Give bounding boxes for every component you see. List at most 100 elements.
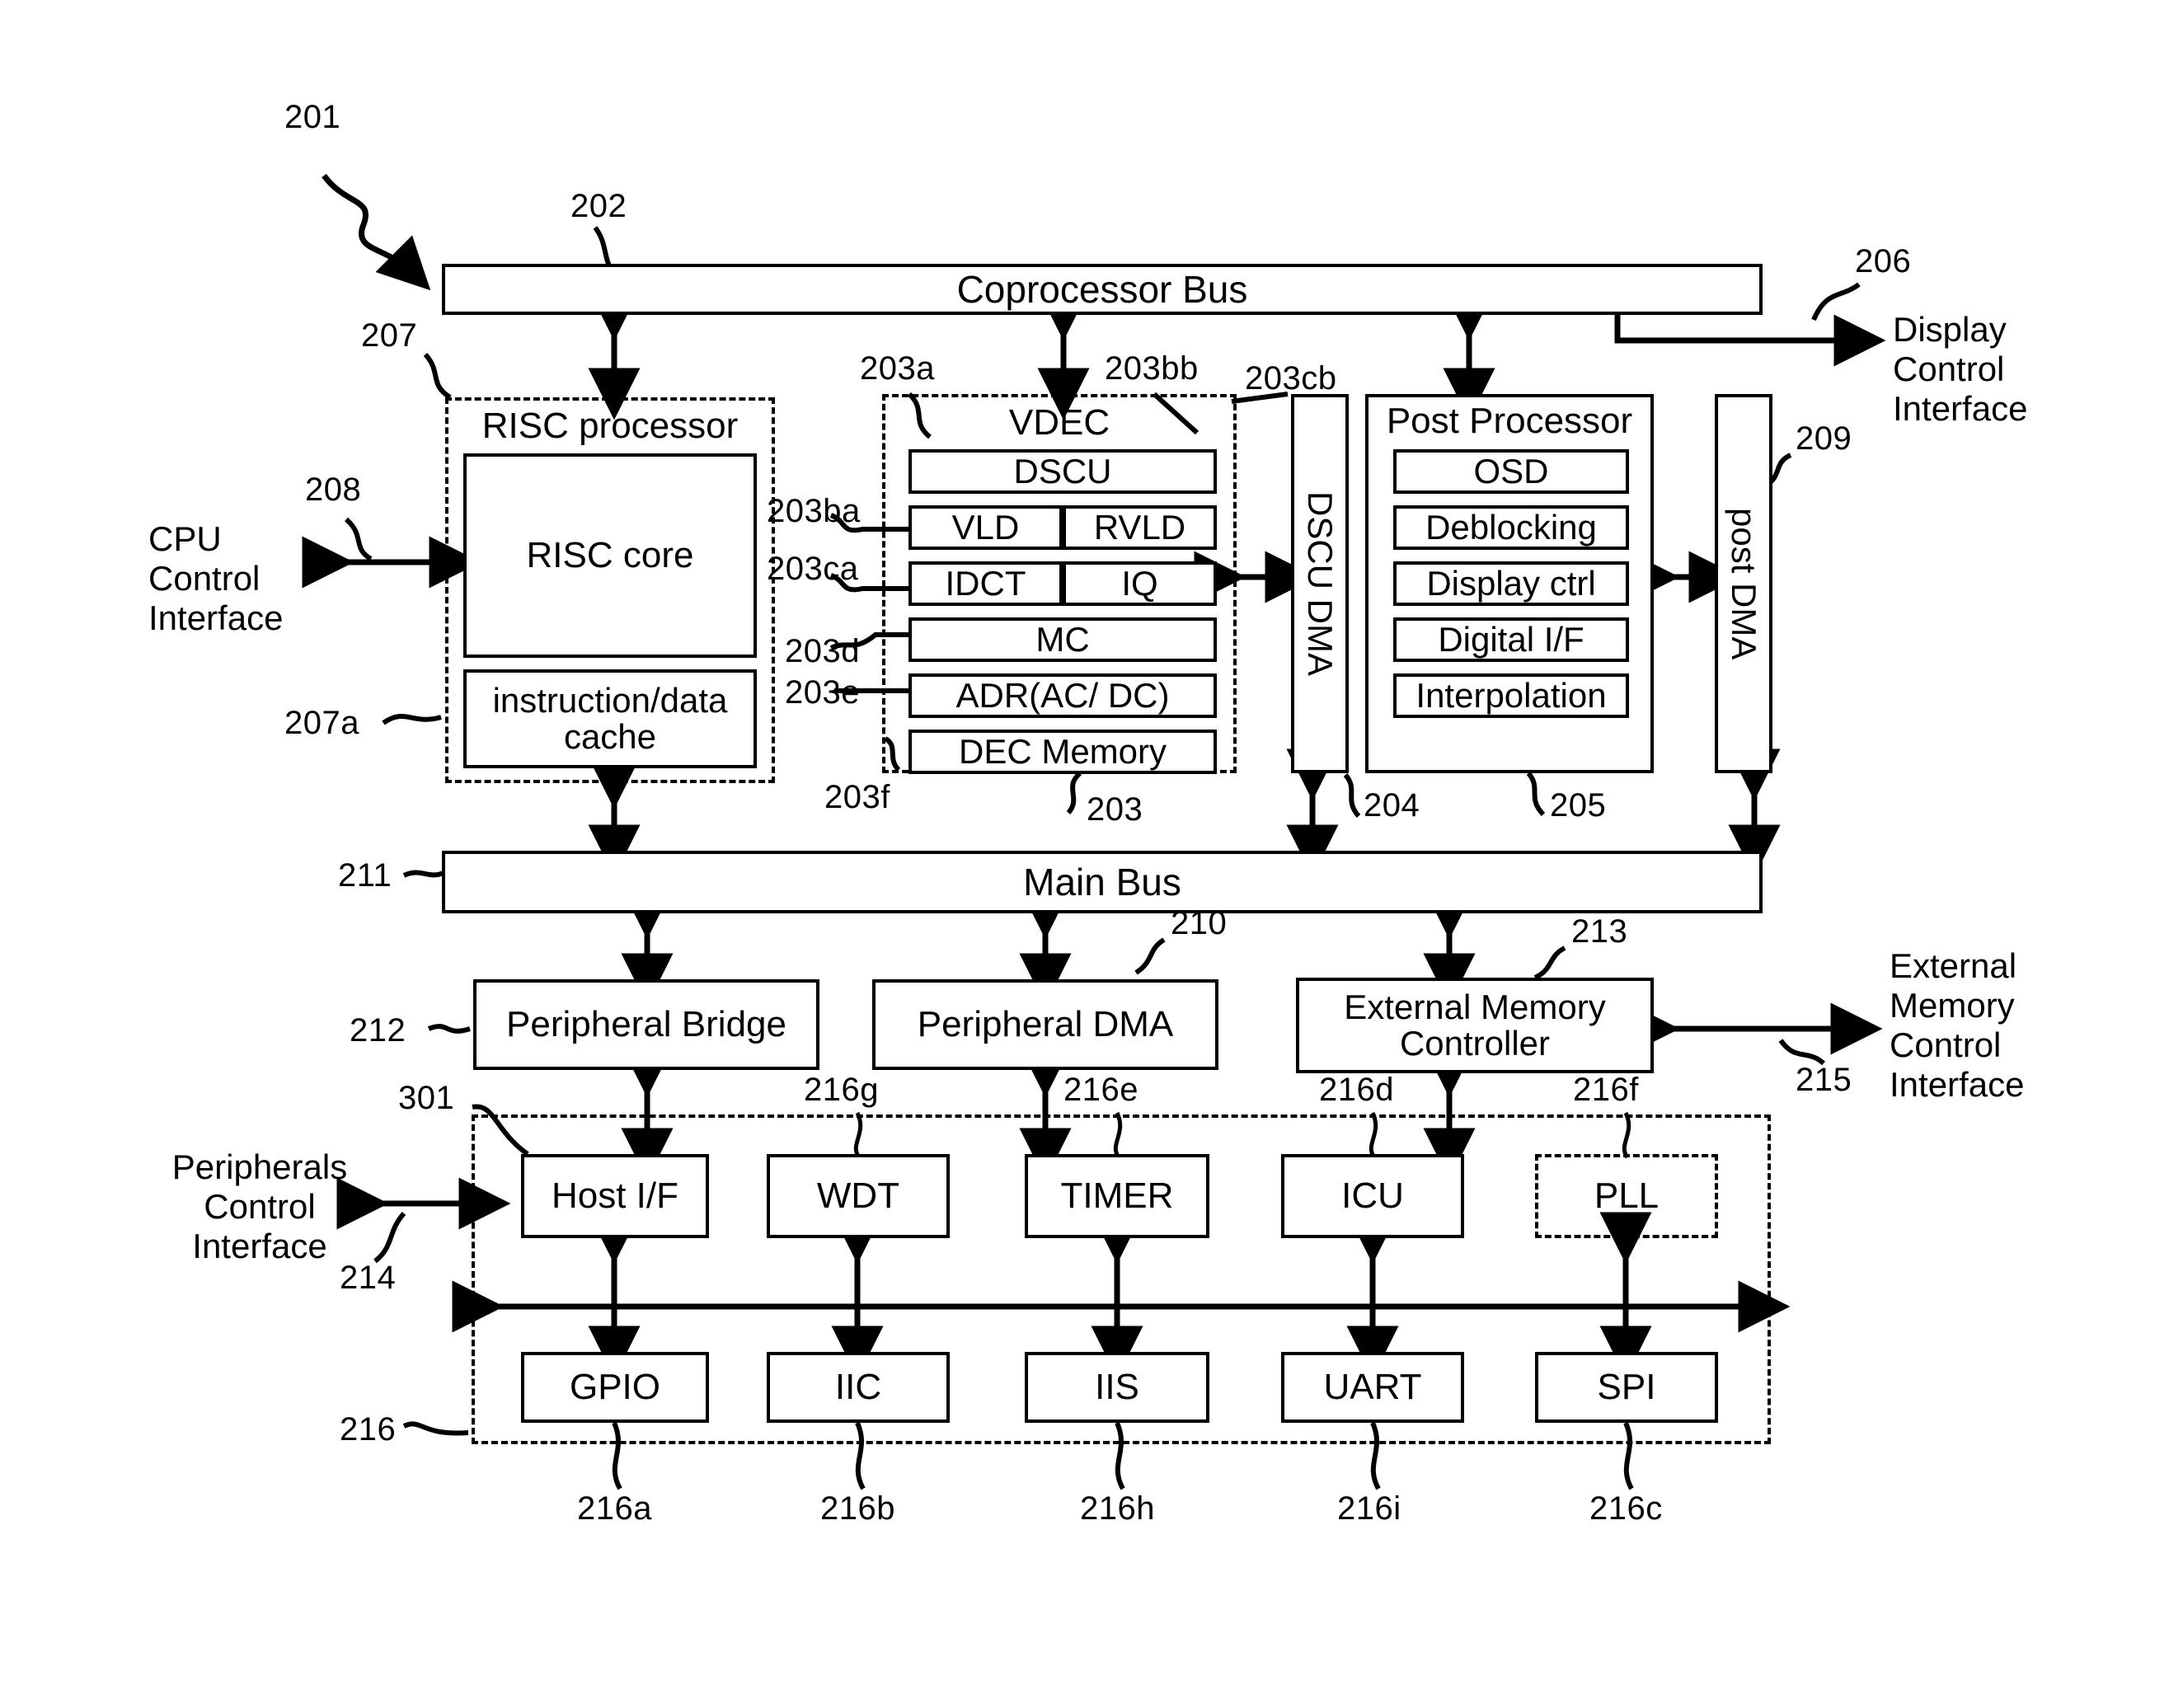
post-processor-block-interpolation: Interpolation bbox=[1393, 673, 1629, 718]
ref-208: 208 bbox=[305, 472, 362, 508]
iic-label: IIC bbox=[834, 1366, 882, 1407]
ref-206: 206 bbox=[1855, 243, 1912, 279]
pll-label: PLL bbox=[1594, 1175, 1660, 1216]
post-processor-block-osd: OSD bbox=[1393, 449, 1629, 494]
ref-216h: 216h bbox=[1080, 1490, 1155, 1527]
ref-203f: 203f bbox=[824, 779, 890, 815]
risc-processor-title: RISC processor bbox=[481, 406, 739, 446]
ref-216a: 216a bbox=[577, 1490, 652, 1527]
ref-203cb: 203cb bbox=[1245, 360, 1337, 396]
instruction-data-cache-label: instruction/data cache bbox=[492, 680, 728, 756]
risc-core-label: RISC core bbox=[526, 534, 694, 575]
vdec-mc-label: MC bbox=[1035, 619, 1090, 659]
vdec-block-vld: VLD bbox=[908, 505, 1063, 550]
uart-label: UART bbox=[1323, 1366, 1422, 1407]
peripheral-uart: UART bbox=[1281, 1352, 1464, 1423]
ref-201: 201 bbox=[284, 99, 341, 135]
ref-301: 301 bbox=[398, 1080, 455, 1116]
ref-216g: 216g bbox=[804, 1072, 879, 1108]
external-memory-control-interface-label: External Memory Control Interface bbox=[1890, 946, 2025, 1104]
peripheral-host-if: Host I/F bbox=[521, 1154, 709, 1238]
instruction-data-cache-block: instruction/data cache bbox=[463, 669, 757, 768]
vdec-vld-label: VLD bbox=[951, 507, 1020, 547]
vdec-dscu-label: DSCU bbox=[1013, 451, 1112, 490]
vdec-block-mc: MC bbox=[908, 617, 1217, 662]
main-bus-label: Main Bus bbox=[1023, 861, 1181, 903]
ref-203: 203 bbox=[1087, 791, 1143, 828]
vdec-title: VDEC bbox=[1008, 402, 1110, 443]
ref-203a: 203a bbox=[860, 350, 935, 387]
dscu-dma-label: DSCU DMA bbox=[1301, 490, 1340, 676]
vdec-block-iq: IQ bbox=[1063, 561, 1217, 606]
dscu-dma-block: DSCU DMA bbox=[1291, 394, 1349, 773]
vdec-block-adr: ADR(AC/ DC) bbox=[908, 673, 1217, 718]
timer-label: TIMER bbox=[1060, 1175, 1174, 1216]
vdec-rvld-label: RVLD bbox=[1093, 507, 1186, 547]
digital-if-label: Digital I/F bbox=[1438, 619, 1584, 659]
ref-213: 213 bbox=[1571, 913, 1628, 950]
ref-216d: 216d bbox=[1319, 1072, 1394, 1108]
iis-label: IIS bbox=[1095, 1366, 1139, 1407]
ref-216e: 216e bbox=[1063, 1072, 1138, 1108]
ref-211: 211 bbox=[338, 857, 392, 894]
display-control-interface-label: Display Control Interface bbox=[1893, 310, 2028, 428]
vdec-adr-label: ADR(AC/ DC) bbox=[955, 675, 1170, 715]
external-memory-controller-block: External Memory Controller bbox=[1296, 978, 1654, 1073]
peripheral-pll: PLL bbox=[1535, 1154, 1718, 1238]
gpio-label: GPIO bbox=[569, 1366, 661, 1407]
ref-216: 216 bbox=[340, 1411, 397, 1448]
post-dma-block: post DMA bbox=[1715, 394, 1772, 773]
external-memory-controller-label: External Memory Controller bbox=[1344, 987, 1606, 1063]
ref-215: 215 bbox=[1796, 1062, 1852, 1098]
peripheral-gpio: GPIO bbox=[521, 1352, 709, 1423]
ref-204: 204 bbox=[1364, 787, 1420, 824]
ref-203ba: 203ba bbox=[767, 493, 861, 529]
post-dma-label: post DMA bbox=[1725, 507, 1764, 660]
peripheral-iis: IIS bbox=[1025, 1352, 1209, 1423]
post-processor-block-display-ctrl: Display ctrl bbox=[1393, 561, 1629, 606]
post-processor-block-deblocking: Deblocking bbox=[1393, 505, 1629, 550]
vdec-iq-label: IQ bbox=[1121, 563, 1158, 603]
coprocessor-bus: Coprocessor Bus bbox=[442, 264, 1763, 315]
peripheral-iic: IIC bbox=[767, 1352, 950, 1423]
osd-label: OSD bbox=[1473, 451, 1549, 490]
vdec-block-dscu: DSCU bbox=[908, 449, 1217, 494]
cpu-control-interface-label: CPU Control Interface bbox=[148, 519, 284, 637]
peripheral-dma-block: Peripheral DMA bbox=[872, 979, 1218, 1070]
ref-216b: 216b bbox=[820, 1490, 895, 1527]
vdec-dec-memory-label: DEC Memory bbox=[958, 731, 1167, 771]
ref-207a: 207a bbox=[284, 705, 359, 741]
ref-203d: 203d bbox=[785, 633, 860, 669]
coprocessor-bus-label: Coprocessor Bus bbox=[956, 268, 1248, 311]
host-if-label: Host I/F bbox=[551, 1175, 679, 1216]
ref-216f: 216f bbox=[1573, 1072, 1639, 1108]
risc-core-block: RISC core bbox=[463, 453, 757, 658]
ref-207: 207 bbox=[361, 317, 418, 354]
post-processor-block-digital-if: Digital I/F bbox=[1393, 617, 1629, 662]
display-ctrl-label: Display ctrl bbox=[1426, 563, 1596, 603]
peripheral-dma-label: Peripheral DMA bbox=[917, 1003, 1174, 1044]
vdec-block-rvld: RVLD bbox=[1063, 505, 1217, 550]
post-processor-title: Post Processor bbox=[1386, 401, 1633, 441]
ref-209: 209 bbox=[1796, 420, 1852, 457]
peripheral-wdt: WDT bbox=[767, 1154, 950, 1238]
main-bus: Main Bus bbox=[442, 851, 1763, 913]
peripheral-bridge-block: Peripheral Bridge bbox=[473, 979, 819, 1070]
peripheral-timer: TIMER bbox=[1025, 1154, 1209, 1238]
ref-216i: 216i bbox=[1337, 1490, 1401, 1527]
ref-202: 202 bbox=[570, 188, 627, 224]
ref-212: 212 bbox=[350, 1012, 406, 1049]
vdec-block-dec-memory: DEC Memory bbox=[908, 730, 1217, 774]
ref-216c: 216c bbox=[1589, 1490, 1663, 1527]
interpolation-label: Interpolation bbox=[1415, 675, 1607, 715]
peripheral-spi: SPI bbox=[1535, 1352, 1718, 1423]
icu-label: ICU bbox=[1341, 1175, 1404, 1216]
vdec-idct-label: IDCT bbox=[945, 563, 1026, 603]
peripherals-control-interface-label: Peripherals Control Interface bbox=[171, 1147, 348, 1265]
ref-203bb: 203bb bbox=[1105, 350, 1199, 387]
ref-205: 205 bbox=[1550, 787, 1607, 824]
spi-label: SPI bbox=[1597, 1366, 1656, 1407]
vdec-block-idct: IDCT bbox=[908, 561, 1063, 606]
peripheral-bridge-label: Peripheral Bridge bbox=[506, 1003, 786, 1044]
deblocking-label: Deblocking bbox=[1425, 507, 1597, 547]
